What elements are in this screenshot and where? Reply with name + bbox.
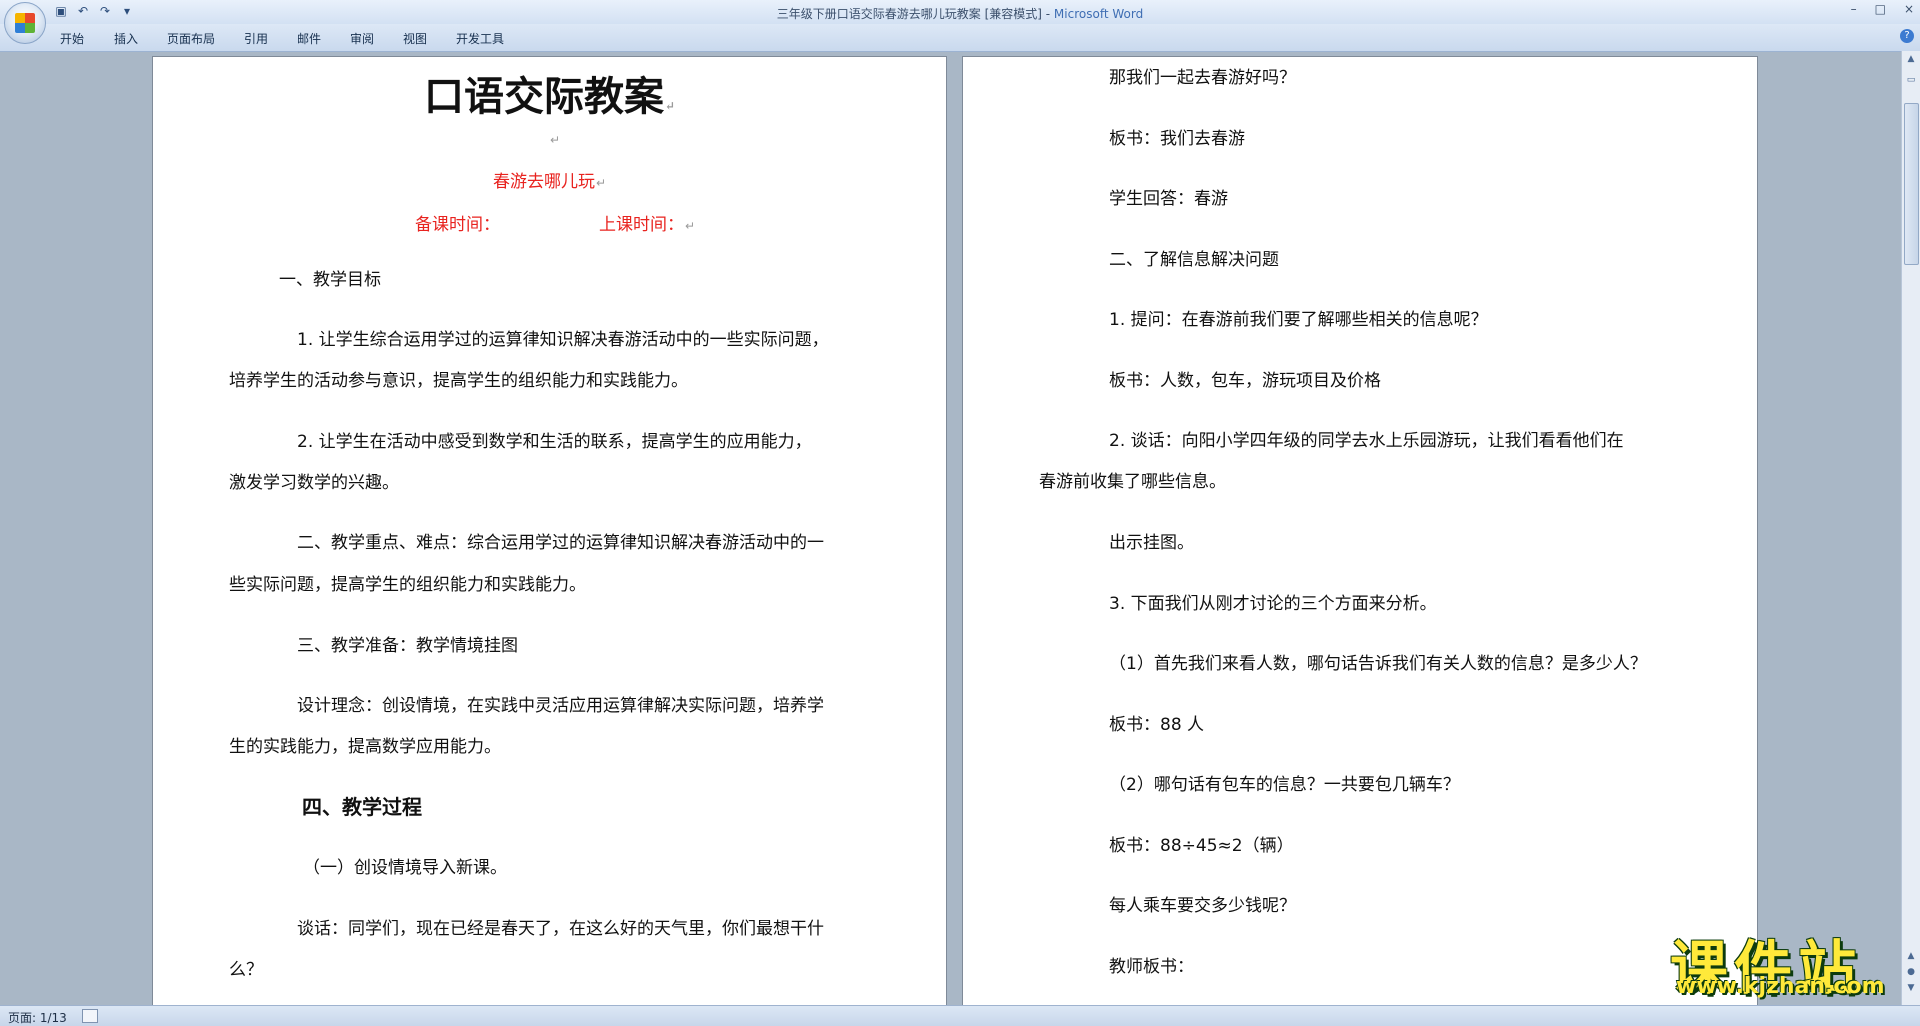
text-line: 三、教学准备：教学情境挂图 xyxy=(297,636,518,656)
text-line: 谈话：同学们，现在已经是春天了，在这么好的天气里，你们最想干什 xyxy=(297,919,824,939)
prep-time-label: 备课时间： xyxy=(415,215,500,235)
text-line: 培养学生的活动参与意识，提高学生的组织能力和实践能力。 xyxy=(229,371,688,391)
ribbon-tabs: 开始 插入 页面布局 引用 邮件 审阅 视图 开发工具 ? xyxy=(0,24,1920,52)
title-text: 口语交际教案 xyxy=(423,73,664,120)
text-line: 么？ xyxy=(229,960,263,980)
help-icon[interactable]: ? xyxy=(1900,29,1914,43)
text-line: 板书：我们去春游 xyxy=(1109,129,1245,149)
tab-developer[interactable]: 开发工具 xyxy=(456,30,504,47)
paragraph-mark: ↵ xyxy=(596,176,607,190)
window-title: 三年级下册口语交际春游去哪儿玩教案 [兼容模式] - Microsoft Wor… xyxy=(0,5,1920,22)
scrollbar-thumb[interactable] xyxy=(1904,103,1919,265)
office-logo-icon xyxy=(15,13,35,33)
status-bar: 页面: 1/13 xyxy=(0,1005,1920,1026)
next-page-icon[interactable]: ▼ xyxy=(1905,983,1917,995)
text-line: 些实际问题，提高学生的组织能力和实践能力。 xyxy=(229,575,586,595)
text-line: 3. 下面我们从刚才讨论的三个方面来分析。 xyxy=(1109,594,1437,614)
text-line: 1. 提问：在春游前我们要了解哪些相关的信息呢？ xyxy=(1109,310,1488,330)
text-line: 1. 让学生综合运用学过的运算律知识解决春游活动中的一些实际问题， xyxy=(297,330,829,350)
text-line: 每人乘车要交多少钱呢？ xyxy=(1109,896,1296,916)
close-button[interactable]: × xyxy=(1904,2,1914,16)
text-line: 板书：88÷45≈2（辆） xyxy=(1109,836,1294,856)
document-title: 三年级下册口语交际春游去哪儿玩教案 [兼容模式] - xyxy=(776,7,1054,21)
tab-mailings[interactable]: 邮件 xyxy=(297,30,321,47)
text-line: 生的实践能力，提高数学应用能力。 xyxy=(229,737,501,757)
text-line: 板书：人数，包车，游玩项目及价格 xyxy=(1109,371,1381,391)
text-line: 学生回答：春游 xyxy=(1109,189,1228,209)
language-status-icon[interactable] xyxy=(82,1009,98,1023)
text-line: （一）创设情境导入新课。 xyxy=(303,858,507,878)
paragraph-mark: ↵ xyxy=(550,133,561,147)
vertical-scrollbar[interactable]: ▲ ▭ ▲ ● ▼ xyxy=(1901,51,1920,1005)
section-heading: 四、教学过程 xyxy=(302,795,422,819)
text-line: 出示挂图。 xyxy=(1109,533,1194,553)
tab-insert[interactable]: 插入 xyxy=(114,30,138,47)
prev-page-icon[interactable]: ▲ xyxy=(1905,951,1917,963)
paragraph-mark: ↵ xyxy=(685,219,696,233)
text-line: 那我们一起去春游好吗？ xyxy=(1109,68,1296,88)
document-page-2[interactable]: 那我们一起去春游好吗？ 板书：我们去春游 学生回答：春游 二、了解信息解决问题 … xyxy=(962,56,1758,1006)
page-indicator[interactable]: 页面: 1/13 xyxy=(8,1009,67,1026)
tab-review[interactable]: 审阅 xyxy=(350,30,374,47)
tab-home[interactable]: 开始 xyxy=(60,30,84,47)
text-line: 板书：88 人 xyxy=(1109,715,1205,735)
class-time-text: 上课时间： xyxy=(599,215,684,235)
paragraph-mark: ↵ xyxy=(664,99,676,113)
tab-page-layout[interactable]: 页面布局 xyxy=(167,30,215,47)
text-line: 2. 让学生在活动中感受到数学和生活的联系，提高学生的应用能力， xyxy=(297,432,812,452)
tab-view[interactable]: 视图 xyxy=(403,30,427,47)
office-button[interactable] xyxy=(4,2,46,44)
tab-references[interactable]: 引用 xyxy=(244,30,268,47)
window-controls: – □ × xyxy=(1851,2,1914,16)
subtitle: 春游去哪儿玩↵ xyxy=(493,167,606,192)
text-line: 二、了解信息解决问题 xyxy=(1109,250,1279,270)
text-line: （2）哪句话有包车的信息？一共要包几辆车？ xyxy=(1109,775,1460,795)
text-line: 2. 谈话：向阳小学四年级的同学去水上乐园游玩，让我们看看他们在 xyxy=(1109,431,1624,451)
ruler-toggle-icon[interactable]: ▭ xyxy=(1905,75,1917,87)
text-line: 二、教学重点、难点：综合运用学过的运算律知识解决春游活动中的一 xyxy=(297,533,824,553)
text-line: （1）首先我们来看人数，哪句话告诉我们有关人数的信息？是多少人？ xyxy=(1109,654,1647,674)
minimize-button[interactable]: – xyxy=(1851,2,1857,16)
text-line: 春游前收集了哪些信息。 xyxy=(1039,472,1226,492)
watermark-url: www.kjzhan.com xyxy=(1676,974,1885,999)
maximize-button[interactable]: □ xyxy=(1875,2,1886,16)
document-page-1[interactable]: 口语交际教案↵ ↵ 春游去哪儿玩↵ 备课时间： 上课时间：↵ 一、教学目标 1.… xyxy=(152,56,947,1006)
document-title-heading: 口语交际教案↵ xyxy=(153,64,946,122)
subtitle-text: 春游去哪儿玩 xyxy=(493,172,595,192)
app-name: Microsoft Word xyxy=(1053,7,1144,21)
scroll-up-icon[interactable]: ▲ xyxy=(1905,54,1917,66)
text-line: 教师板书： xyxy=(1109,957,1194,977)
title-bar: ▣ ↶ ↷ ▾ 三年级下册口语交际春游去哪儿玩教案 [兼容模式] - Micro… xyxy=(0,0,1920,24)
text-line: 激发学习数学的兴趣。 xyxy=(229,473,399,493)
browse-object-icon[interactable]: ● xyxy=(1905,967,1917,979)
text-line: 设计理念：创设情境，在实践中灵活应用运算律解决实际问题，培养学 xyxy=(297,696,824,716)
text-line: 一、教学目标 xyxy=(279,270,381,290)
class-time-label: 上课时间：↵ xyxy=(599,210,695,235)
